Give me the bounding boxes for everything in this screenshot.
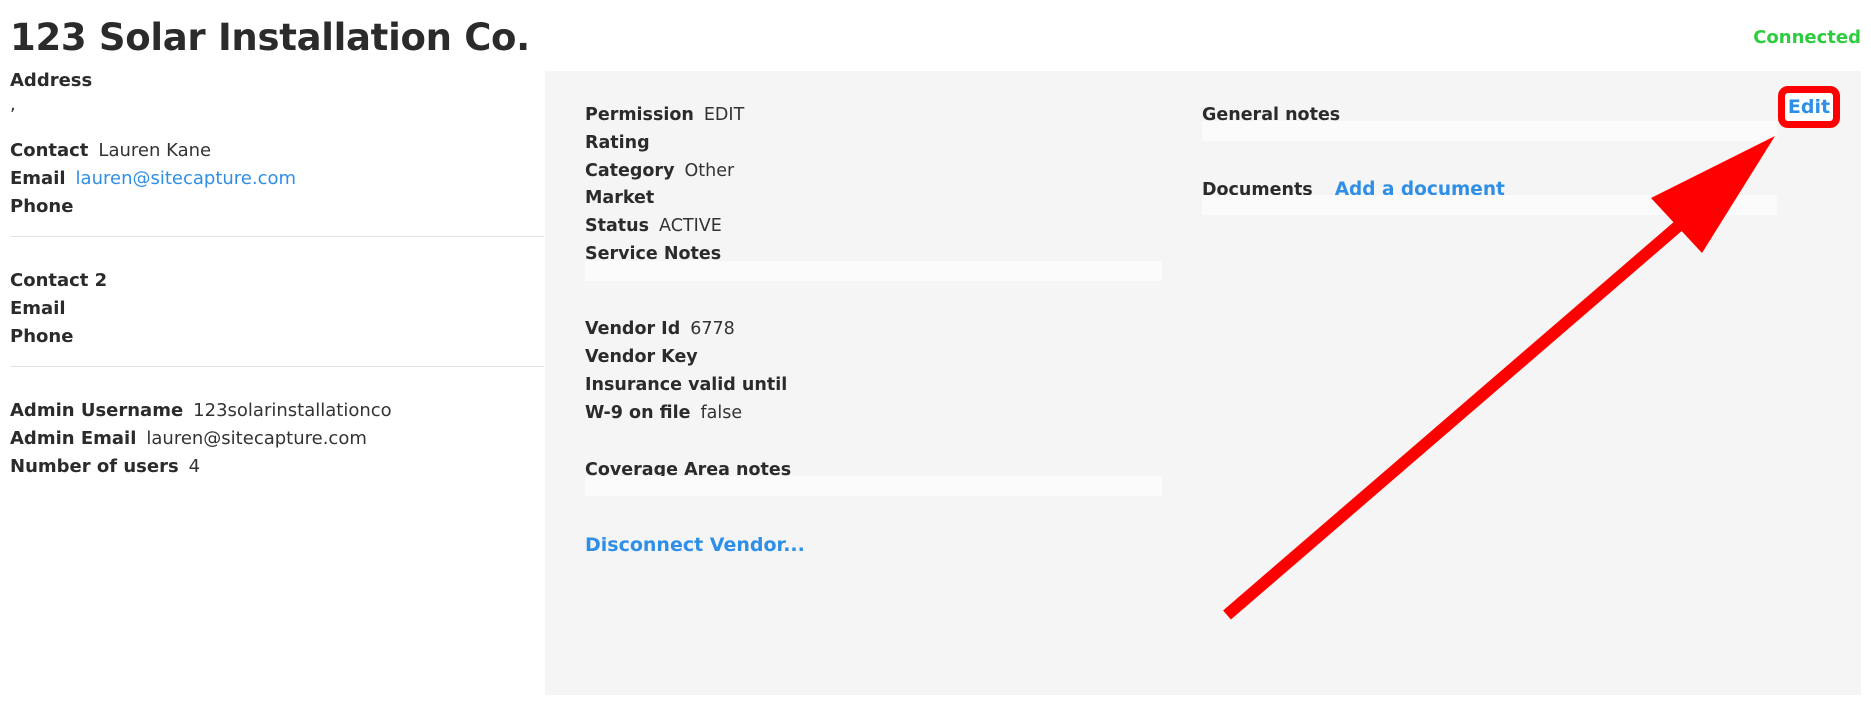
page-title: 123 Solar Installation Co. — [10, 16, 530, 59]
service-notes-box — [585, 261, 1162, 281]
address-row: Address — [10, 70, 102, 91]
coverage-notes-box — [585, 476, 1162, 496]
insurance-row: Insurance valid until — [585, 375, 797, 395]
admin-username-label: Admin Username — [10, 400, 184, 421]
contact-label: Contact — [10, 140, 89, 161]
general-notes-box — [1202, 121, 1777, 141]
permission-value: EDIT — [703, 105, 745, 125]
phone-label: Phone — [10, 196, 74, 217]
admin-username-row: Admin Username 123solarinstallationco — [10, 400, 392, 421]
category-row: Category Other — [585, 161, 734, 181]
permission-label: Permission — [585, 105, 694, 125]
rating-label: Rating — [585, 133, 650, 153]
phone-row: Phone — [10, 196, 83, 217]
address-value-row: , — [10, 94, 16, 115]
contact-value: Lauren Kane — [98, 140, 212, 161]
phone2-label: Phone — [10, 326, 74, 347]
email2-label: Email — [10, 298, 66, 319]
vendor-id-row: Vendor Id 6778 — [585, 319, 735, 339]
w9-row: W-9 on file false — [585, 403, 742, 423]
insurance-label: Insurance valid until — [585, 375, 788, 395]
vendor-key-label: Vendor Key — [585, 347, 698, 367]
admin-email-row: Admin Email lauren@sitecapture.com — [10, 428, 367, 449]
w9-value: false — [700, 403, 743, 423]
contact-row: Contact Lauren Kane — [10, 140, 211, 161]
market-label: Market — [585, 188, 655, 208]
email2-row: Email — [10, 298, 76, 319]
vendor-key-row: Vendor Key — [585, 347, 708, 367]
status-value: ACTIVE — [659, 216, 722, 236]
connection-status-badge: Connected — [1753, 27, 1861, 48]
contact2-row: Contact 2 — [10, 270, 117, 291]
admin-email-label: Admin Email — [10, 428, 137, 449]
section-divider — [10, 236, 544, 237]
status-row: Status ACTIVE — [585, 216, 722, 236]
category-value: Other — [684, 161, 735, 181]
vendor-id-label: Vendor Id — [585, 319, 681, 339]
permission-row: Permission EDIT — [585, 105, 744, 125]
num-users-row: Number of users 4 — [10, 456, 200, 477]
admin-username-value: 123solarinstallationco — [193, 400, 392, 421]
email-link[interactable]: lauren@sitecapture.com — [76, 168, 297, 189]
rating-row: Rating — [585, 133, 660, 153]
phone2-row: Phone — [10, 326, 83, 347]
email-row: Email lauren@sitecapture.com — [10, 168, 296, 189]
documents-box — [1202, 195, 1777, 215]
address-value: , — [10, 94, 16, 115]
w9-label: W-9 on file — [585, 403, 691, 423]
edit-button[interactable]: Edit — [1778, 86, 1840, 128]
market-row: Market — [585, 188, 664, 208]
disconnect-vendor-link[interactable]: Disconnect Vendor... — [585, 534, 805, 556]
status-label: Status — [585, 216, 650, 236]
vendor-id-value: 6778 — [690, 319, 735, 339]
section-divider — [10, 366, 544, 367]
email-label: Email — [10, 168, 66, 189]
contact2-label: Contact 2 — [10, 270, 108, 291]
admin-email-value: lauren@sitecapture.com — [146, 428, 367, 449]
num-users-value: 4 — [188, 456, 201, 477]
category-label: Category — [585, 161, 675, 181]
address-label: Address — [10, 70, 93, 91]
num-users-label: Number of users — [10, 456, 179, 477]
vendor-details-panel: Permission EDIT Rating Category Other Mark… — [545, 71, 1861, 695]
